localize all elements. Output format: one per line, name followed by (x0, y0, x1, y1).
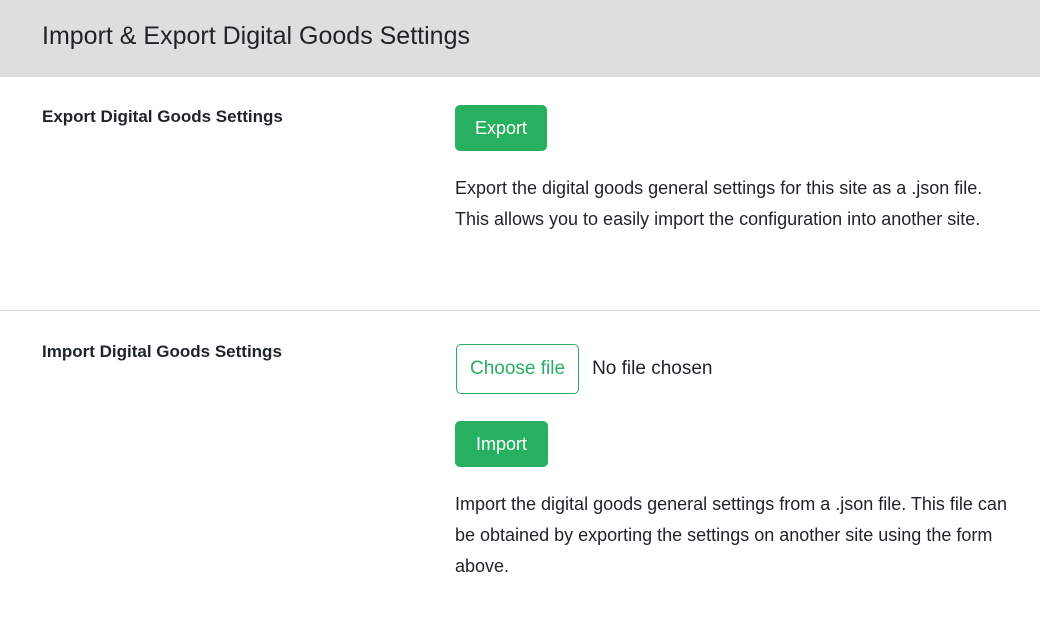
export-section: Export Digital Goods Settings Export Exp… (0, 77, 1040, 311)
export-section-label: Export Digital Goods Settings (42, 107, 283, 126)
import-description: Import the digital goods general setting… (455, 494, 1007, 576)
export-description: Export the digital goods general setting… (455, 178, 983, 229)
export-button[interactable]: Export (455, 105, 547, 151)
import-button[interactable]: Import (455, 421, 548, 467)
file-input: Choose file No file chosen (456, 344, 712, 394)
page-header: Import & Export Digital Goods Settings (0, 0, 1040, 77)
file-status-text: No file chosen (592, 358, 713, 379)
import-section: Import Digital Goods Settings Choose fil… (0, 311, 1040, 623)
import-section-label: Import Digital Goods Settings (42, 342, 282, 361)
choose-file-button[interactable]: Choose file (456, 344, 580, 394)
page-title: Import & Export Digital Goods Settings (42, 22, 470, 50)
